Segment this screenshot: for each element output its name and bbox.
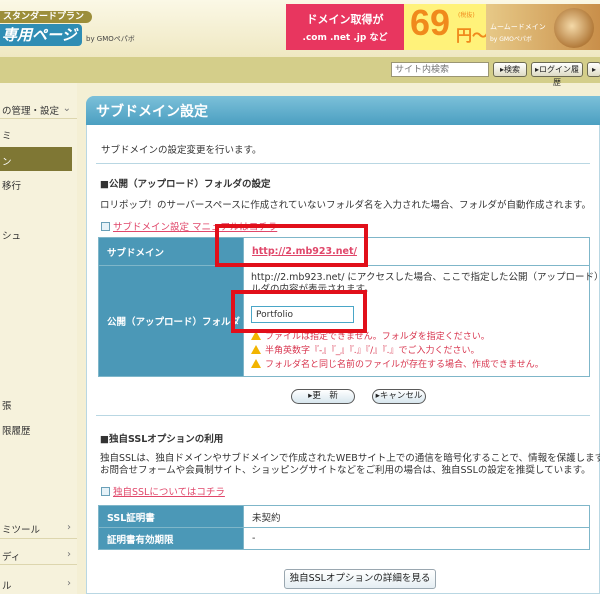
ssl-expiry-label: 証明書有効期限 <box>98 527 244 550</box>
sidebar-item-cache[interactable]: シュ <box>2 228 79 242</box>
dog-mascot-icon <box>554 8 594 48</box>
ssl-detail-button[interactable]: 独自SSLオプションの詳細を見る <box>284 569 436 589</box>
ad-tax: (税抜) <box>458 12 475 19</box>
intro-text: サブドメインの設定変更を行います。 <box>101 145 262 156</box>
sidebar-item-extend[interactable]: 張 <box>2 398 79 412</box>
sidebar-item-label: ミツール <box>2 525 41 536</box>
section-title-folder: ■公開（アップロード）フォルダの設定 <box>100 179 271 190</box>
ssl-link-text[interactable]: 独自SSLについてはコチラ <box>113 487 225 498</box>
chevron-right-icon: › <box>67 522 71 533</box>
sidebar-item-history[interactable]: 限履歴 <box>2 423 79 437</box>
update-button[interactable]: ▸更 新 <box>291 389 355 404</box>
ad-banner[interactable]: ドメイン取得が .com .net .jp など 69 (税抜) 円～ ムームー… <box>286 4 600 50</box>
plan-label: スタンダードプラン <box>0 11 92 23</box>
section-desc-ssl-2: お問合せフォームや会員制サイト、ショッピングサイトなどをご利用の場合は、独自SS… <box>100 465 591 476</box>
divider <box>96 415 590 416</box>
brand-by: by GMOペパボ <box>86 35 135 43</box>
book-icon <box>101 222 110 231</box>
ad-line1: ドメイン取得が <box>306 13 384 26</box>
login-history-button[interactable]: ▸ログイン履歴 <box>531 62 583 87</box>
ad-left: ドメイン取得が .com .net .jp など <box>286 4 404 50</box>
page-title: サブドメイン設定 <box>96 104 208 120</box>
help-button[interactable]: ▸ <box>587 62 600 77</box>
ad-brand-by: by GMOペパボ <box>490 36 532 43</box>
section-desc-folder: ロリポップ！のサーバースペースに作成されていないフォルダ名を入力された場合、フォ… <box>100 200 592 211</box>
sidebar-item-tools[interactable]: ミツール › <box>2 522 79 536</box>
divider <box>96 163 590 164</box>
sidebar-divider <box>0 538 77 539</box>
sidebar-item-media[interactable]: ディ › <box>2 549 79 563</box>
ad-line2: .com .net .jp など <box>302 33 388 43</box>
sidebar-item-label: ディ <box>2 552 21 563</box>
folder-label: 公開（アップロード）フォルダ <box>98 265 244 377</box>
brand-title[interactable]: 専用ページ <box>0 24 82 46</box>
sidebar-divider <box>0 118 77 119</box>
sidebar-item-subdomain[interactable]: ン <box>2 154 79 168</box>
book-icon <box>101 487 110 496</box>
warning-text: ファイルは指定できません。フォルダを指定ください。 <box>265 332 490 342</box>
sidebar-item-label: ル <box>2 581 12 592</box>
ad-yen: 円～ <box>456 26 489 45</box>
sidebar-item[interactable]: ミ <box>2 128 79 142</box>
chevron-right-icon: › <box>67 578 71 589</box>
sidebar-item-domain-settings[interactable]: の管理・設定 ⌄ <box>2 103 79 117</box>
ssl-link[interactable]: 独自SSLについてはコチラ <box>101 484 225 498</box>
ssl-expiry-value: - <box>243 527 590 550</box>
warning-icon <box>251 359 261 368</box>
sidebar-item-transfer[interactable]: 移行 <box>2 178 79 192</box>
section-title-ssl: ■独自SSLオプションの利用 <box>100 434 224 445</box>
search-button[interactable]: ▸検索 <box>493 62 527 77</box>
ssl-table: SSL証明書 未契約 証明書有効期限 - <box>98 505 590 550</box>
chevron-right-icon: › <box>67 549 71 560</box>
ad-price: 69 <box>410 4 451 43</box>
ssl-cert-label: SSL証明書 <box>98 505 244 528</box>
highlight-box <box>215 224 368 267</box>
ad-right: ムームードメイン by GMOペパボ <box>486 4 600 50</box>
ssl-cert-value: 未契約 <box>243 505 590 528</box>
site-search-input[interactable] <box>391 62 489 77</box>
warning-item: 半角英数字『-』『_』『.』『/』『.』でご入力ください。 <box>251 343 480 356</box>
sidebar-divider <box>0 564 77 565</box>
highlight-box <box>231 290 367 333</box>
warning-text: 半角英数字『-』『_』『.』『/』『.』でご入力ください。 <box>265 346 480 356</box>
sidebar-item-label: の管理・設定 <box>2 106 60 117</box>
chevron-down-icon: ⌄ <box>62 103 71 114</box>
warning-text: フォルダ名と同じ名前のファイルが存在する場合、作成できません。 <box>265 360 544 370</box>
warning-item: フォルダ名と同じ名前のファイルが存在する場合、作成できません。 <box>251 357 544 370</box>
sidebar-item-more[interactable]: ル › <box>2 578 79 592</box>
ad-brand: ムームードメイン <box>490 23 546 31</box>
warning-icon <box>251 345 261 354</box>
cancel-button[interactable]: ▸キャンセル <box>372 389 426 404</box>
